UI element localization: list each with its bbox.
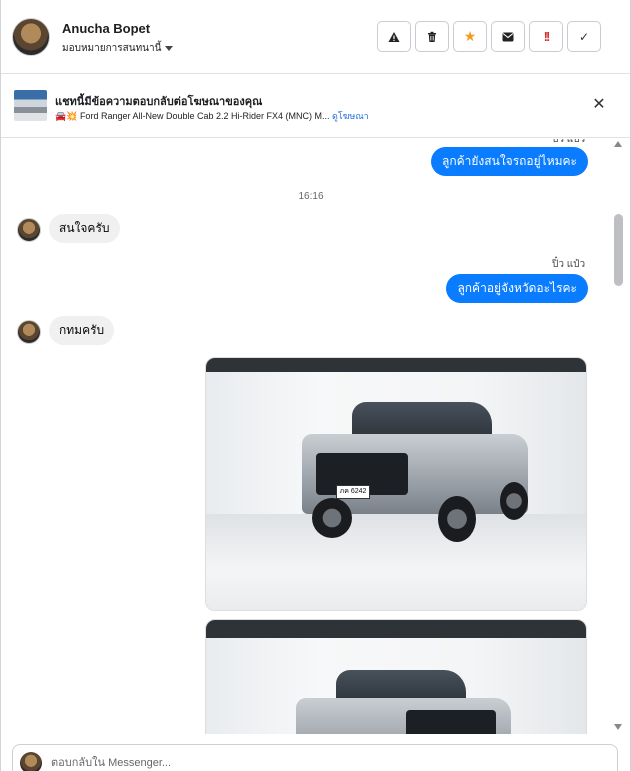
- outgoing-message[interactable]: ลูกค้าอยู่จังหวัดอะไรคะ: [446, 274, 588, 303]
- pickup-truck-image: ภค 6242: [302, 398, 532, 548]
- close-banner-button[interactable]: ✕: [589, 95, 609, 115]
- assign-label: มอบหมายการสนทนานี้: [62, 43, 162, 54]
- sender-name: ปิว แป๋ว: [552, 139, 586, 145]
- sender-name: ปิ๋ว แป๋ว: [552, 259, 586, 270]
- ad-reply-banner: แชทนี้มีข้อความตอบกลับต่อโฆษณาของคุณ 🚘💥 …: [1, 74, 630, 138]
- avatar: [20, 752, 42, 771]
- photo-ceiling: [206, 620, 586, 638]
- delete-button[interactable]: [415, 21, 449, 52]
- messenger-conversation-panel: Anucha Bopet มอบหมายการสนทนานี้ ★ !! ✓ แ…: [0, 0, 631, 771]
- car-emoji: 🚘💥: [55, 111, 78, 121]
- image-attachment[interactable]: ภค 6242: [205, 357, 587, 611]
- action-toolbar: ★ !! ✓: [377, 21, 601, 52]
- exclamation-icon: !!: [543, 29, 551, 44]
- incoming-message[interactable]: กทมครับ: [49, 316, 115, 345]
- star-icon: ★: [463, 28, 477, 44]
- scroll-up-arrow[interactable]: [614, 141, 622, 147]
- mark-unread-button[interactable]: [491, 21, 525, 52]
- banner-subtitle: 🚘💥 Ford Ranger All-New Double Cab 2.2 Hi…: [55, 109, 369, 123]
- license-plate: ภค 6242: [336, 485, 370, 499]
- timestamp: 16:16: [298, 191, 324, 202]
- avatar[interactable]: [12, 18, 50, 56]
- incoming-message[interactable]: สนใจครับ: [49, 214, 120, 243]
- star-button[interactable]: ★: [453, 21, 487, 52]
- warning-icon: [388, 31, 400, 42]
- scrollbar-thumb[interactable]: [614, 214, 623, 286]
- close-icon: ✕: [592, 96, 606, 113]
- avatar[interactable]: [17, 218, 41, 242]
- trash-icon: [428, 31, 436, 42]
- banner-title: แชทนี้มีข้อความตอบกลับต่อโฆษณาของคุณ: [55, 96, 263, 108]
- caret-down-icon: [165, 45, 174, 51]
- photo-ceiling: [206, 358, 586, 372]
- conversation-header: Anucha Bopet มอบหมายการสนทนานี้ ★ !! ✓: [1, 0, 630, 74]
- mark-important-button[interactable]: !!: [529, 21, 563, 52]
- ad-description: Ford Ranger All-New Double Cab 2.2 Hi-Ri…: [79, 111, 330, 121]
- view-ad-link[interactable]: ดูโฆษณา: [332, 111, 369, 121]
- reply-input[interactable]: [51, 752, 591, 771]
- outgoing-message[interactable]: ลูกค้ายังสนใจรถอยู่ไหมคะ: [431, 147, 588, 176]
- contact-name[interactable]: Anucha Bopet: [62, 21, 150, 36]
- reply-composer: [12, 744, 618, 771]
- pickup-truck-image: [296, 670, 516, 734]
- envelope-icon: [502, 32, 514, 41]
- ad-thumbnail[interactable]: [14, 90, 47, 121]
- avatar[interactable]: [17, 320, 41, 344]
- message-list: ปิว แป๋ว ลูกค้ายังสนใจรถอยู่ไหมคะ 16:16 …: [1, 139, 630, 734]
- mark-done-button[interactable]: ✓: [567, 21, 601, 52]
- image-attachment[interactable]: [205, 619, 587, 734]
- report-button[interactable]: [377, 21, 411, 52]
- check-icon: ✓: [578, 29, 590, 44]
- assign-conversation-dropdown[interactable]: มอบหมายการสนทนานี้: [62, 41, 174, 56]
- scroll-down-arrow[interactable]: [614, 724, 622, 730]
